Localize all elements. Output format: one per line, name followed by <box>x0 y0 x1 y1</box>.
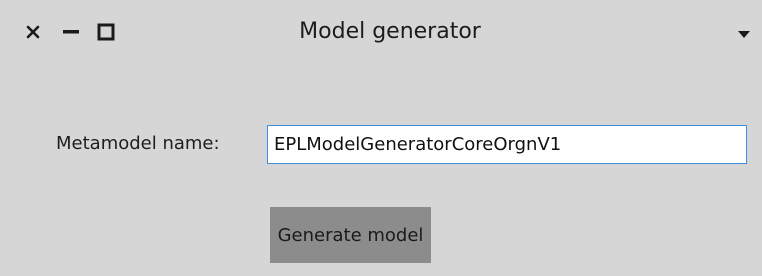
metamodel-name-label: Metamodel name: <box>56 133 220 154</box>
model-generator-window: Model generator Metamodel name: Generate… <box>0 0 762 276</box>
minimize-icon <box>62 29 80 35</box>
metamodel-name-input[interactable] <box>267 125 747 164</box>
maximize-icon <box>97 23 115 41</box>
window-title: Model generator <box>299 19 481 44</box>
close-button[interactable] <box>20 18 46 46</box>
title-bar: Model generator <box>0 0 762 66</box>
minimize-button[interactable] <box>56 18 86 46</box>
generate-model-label: Generate model <box>277 224 424 246</box>
maximize-button[interactable] <box>92 18 120 46</box>
generate-model-button[interactable]: Generate model <box>270 207 431 263</box>
window-menu-button[interactable] <box>732 24 756 42</box>
close-icon <box>26 25 40 39</box>
dropdown-arrow-icon <box>737 24 751 43</box>
